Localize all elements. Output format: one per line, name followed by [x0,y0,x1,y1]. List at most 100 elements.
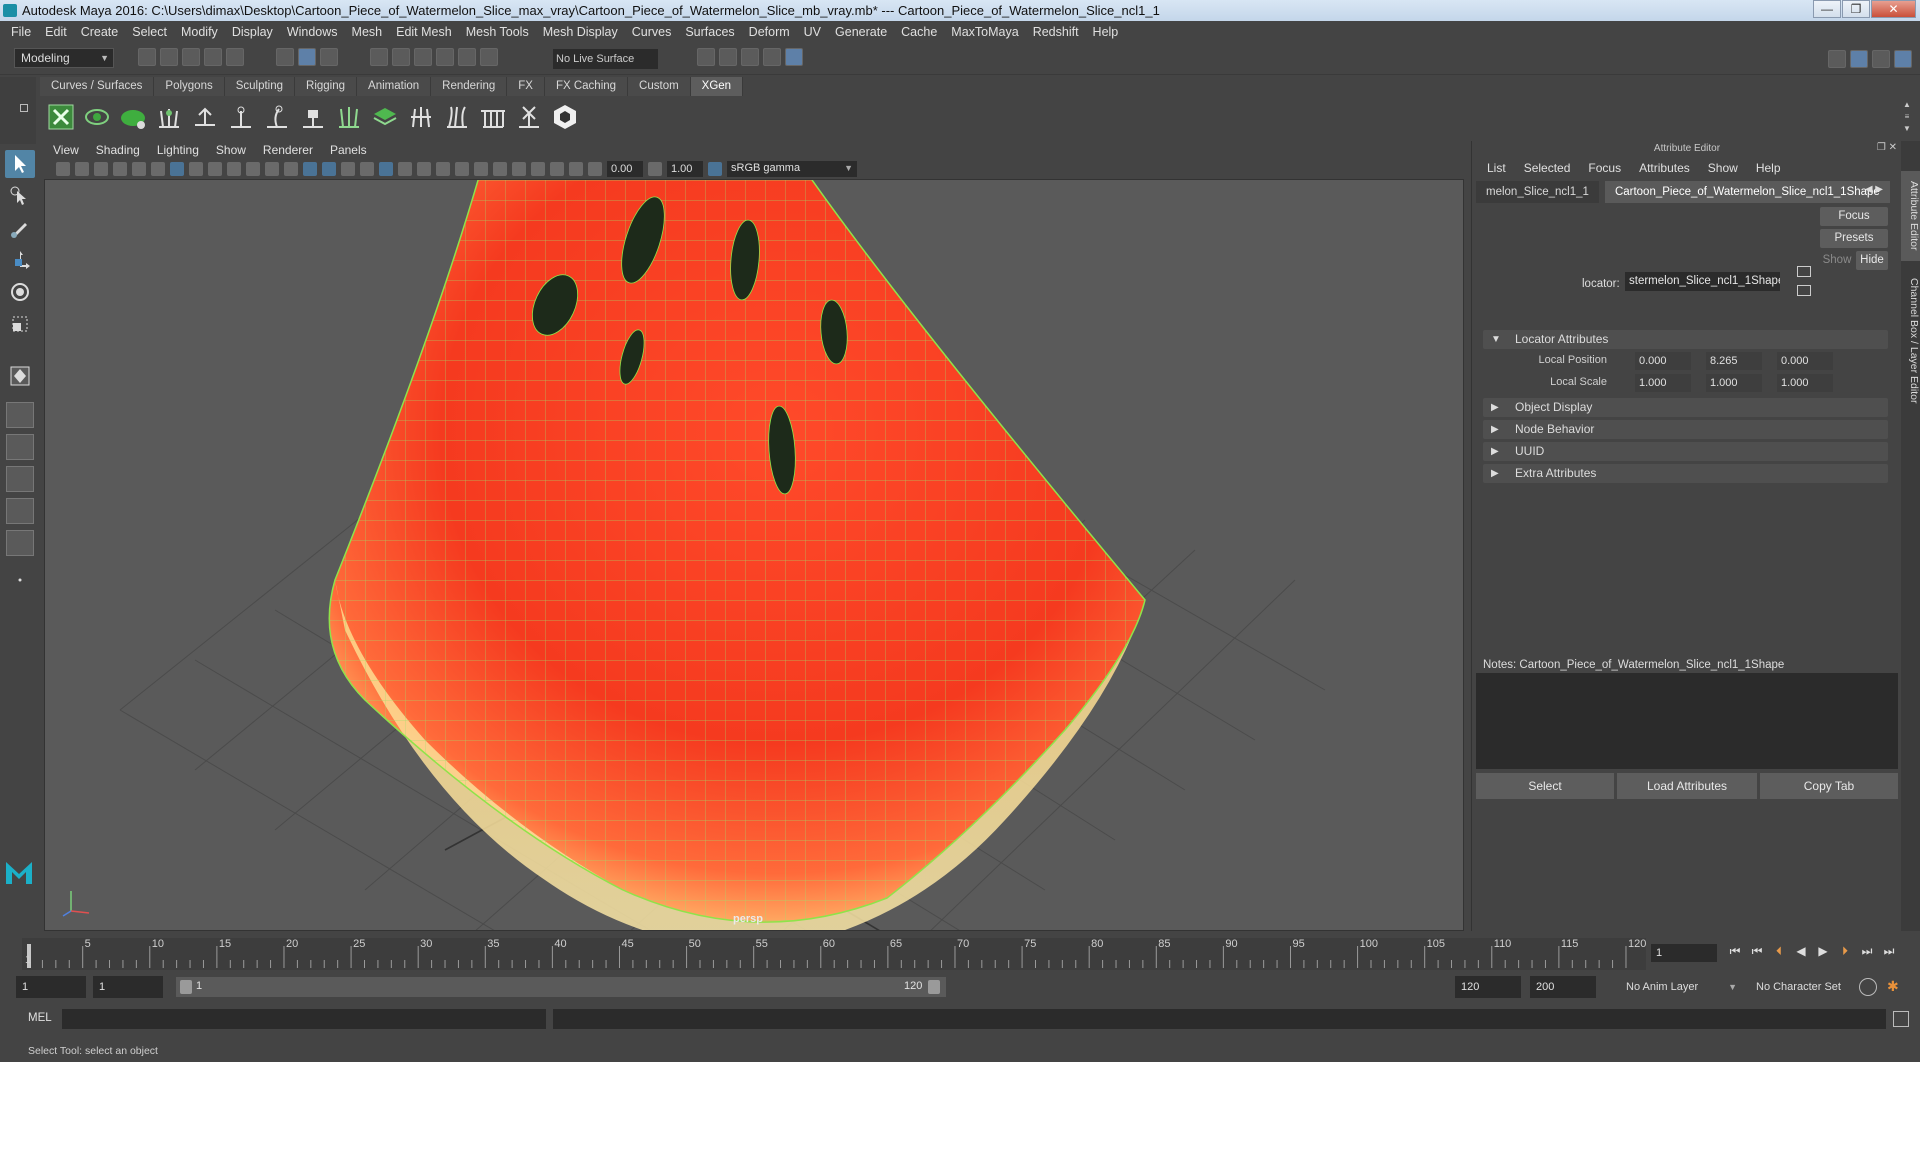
field-chart-icon[interactable] [246,162,260,176]
xgen-bend-guide-icon[interactable] [262,102,292,132]
open-scene-icon[interactable] [160,48,178,66]
maximize-button[interactable]: ❐ [1842,0,1870,18]
xgen-hex-icon[interactable] [550,102,580,132]
menu-edit[interactable]: Edit [38,25,74,39]
persp-outliner-layout-icon[interactable] [6,466,34,492]
range-start-handle[interactable] [180,980,192,994]
menu-uv[interactable]: UV [797,25,828,39]
two-d-pan-icon[interactable] [132,162,146,176]
depth-of-field-icon[interactable] [493,162,507,176]
xgen-sculpt-guide-icon[interactable] [226,102,256,132]
local-scale-x-field[interactable]: 1.000 [1635,374,1691,392]
step-forward-frame-icon[interactable]: ⏵ [1837,942,1853,960]
local-scale-y-field[interactable]: 1.000 [1706,374,1762,392]
local-position-x-field[interactable]: 0.000 [1635,352,1691,370]
ae-menu-focus[interactable]: Focus [1579,161,1630,175]
ae-menu-selected[interactable]: Selected [1515,161,1580,175]
tab-curves-surfaces[interactable]: Curves / Surfaces [40,77,155,96]
channel-box-toggle-icon[interactable] [1894,50,1912,68]
current-frame-field[interactable]: 1 [1651,944,1717,962]
ae-hide-button[interactable]: Hide [1856,251,1888,270]
tab-shape-node[interactable]: Cartoon_Piece_of_Watermelon_Slice_ncl1_1… [1604,181,1890,203]
menu-set-dropdown[interactable]: Modeling ▼ [14,48,114,68]
ae-menu-help[interactable]: Help [1747,161,1790,175]
gamma-field[interactable]: 1.00 [667,161,703,177]
xgen-editor-icon[interactable] [46,102,76,132]
tab-custom[interactable]: Custom [628,77,691,96]
wireframe-on-shaded-icon[interactable] [360,162,374,176]
load-attributes-button[interactable]: Load Attributes [1617,773,1757,799]
modeling-toolkit-icon[interactable] [1828,50,1846,68]
notes-textarea[interactable] [1476,673,1898,769]
xgen-cut-icon[interactable] [478,102,508,132]
copy-tab-button[interactable]: Copy Tab [1760,773,1898,799]
script-editor-icon[interactable] [1893,1011,1909,1027]
snap-curve-icon[interactable] [392,48,410,66]
range-slider[interactable]: 1 120 [176,977,946,997]
move-tool-icon[interactable] [5,246,35,274]
ae-focus-button[interactable]: Focus [1820,207,1888,226]
side-by-side-layout-icon[interactable] [6,434,34,460]
bookmark-icon[interactable] [94,162,108,176]
snap-view-plane-icon[interactable] [436,48,454,66]
minimize-button[interactable]: — [1813,0,1841,18]
select-component-icon[interactable] [320,48,338,66]
lasso-tool-icon[interactable] [5,182,35,210]
three-pane-layout-icon[interactable] [6,498,34,524]
shelf-scroll-arrows[interactable]: ▲ ≡ ▼ [1902,99,1912,135]
close-button[interactable]: ✕ [1871,0,1916,18]
menu-help[interactable]: Help [1086,25,1126,39]
go-to-input-icon[interactable] [1797,266,1811,277]
tab-transform-node[interactable]: melon_Slice_ncl1_1 [1476,181,1599,203]
ae-select-button[interactable]: Select [1476,773,1614,799]
snap-point-icon[interactable] [414,48,432,66]
save-scene-icon[interactable] [182,48,200,66]
go-to-output-icon[interactable] [1797,285,1811,296]
exposure-icon[interactable] [588,162,602,176]
animation-start-field[interactable]: 1 [16,976,86,998]
toolbox-more-icon[interactable] [5,566,35,594]
tab-fx-caching[interactable]: FX Caching [544,77,629,96]
tab-sculpting[interactable]: Sculpting [224,77,296,96]
local-scale-z-field[interactable]: 1.000 [1777,374,1833,392]
step-forward-key-icon[interactable]: ⏭ [1859,942,1875,960]
ae-menu-list[interactable]: List [1478,161,1515,175]
ae-menu-attributes[interactable]: Attributes [1630,161,1699,175]
xgen-clump-icon[interactable] [442,102,472,132]
play-forwards-icon[interactable]: ▶ [1815,942,1831,960]
menu-file[interactable]: File [4,25,38,39]
panel-menu-lighting[interactable]: Lighting [148,143,207,157]
menu-generate[interactable]: Generate [828,25,894,39]
use-default-material-icon[interactable] [341,162,355,176]
select-object-icon[interactable] [298,48,316,66]
menu-curves[interactable]: Curves [625,25,679,39]
xray-icon[interactable] [531,162,545,176]
mel-label[interactable]: MEL [28,1012,52,1024]
time-slider[interactable]: 1 5 10 15 20 25 30 35 40 45 50 55 60 65 70 75 80 85 90 95 1… [22,938,1646,970]
animation-preferences-icon[interactable]: ✱ [1887,978,1905,996]
anim-layer-dropdown[interactable]: No Anim Layer ▼ [1620,976,1740,998]
side-tab-channel-box[interactable]: Channel Box / Layer Editor [1901,271,1920,411]
redo-icon[interactable] [226,48,244,66]
auto-key-icon[interactable] [1859,978,1877,996]
xray-active-components-icon[interactable] [550,162,564,176]
shadows-icon[interactable] [417,162,431,176]
ipr-render-icon[interactable] [741,48,759,66]
tab-rendering[interactable]: Rendering [431,77,508,96]
section-extra-attributes[interactable]: ▶ Extra Attributes [1483,464,1888,483]
command-input[interactable] [62,1009,546,1029]
xgen-layers-icon[interactable] [370,102,400,132]
menu-surfaces[interactable]: Surfaces [678,25,741,39]
menu-deform[interactable]: Deform [742,25,797,39]
menu-modify[interactable]: Modify [174,25,225,39]
tab-polygons[interactable]: Polygons [154,77,225,96]
tab-scroll-arrows[interactable]: ◀ ▶ [1865,184,1883,195]
local-position-y-field[interactable]: 8.265 [1706,352,1762,370]
ae-show-button[interactable]: Show [1820,251,1854,270]
grid-icon[interactable] [170,162,184,176]
tool-settings-icon[interactable] [1872,50,1890,68]
section-object-display[interactable]: ▶ Object Display [1483,398,1888,417]
xgen-lock-guide-icon[interactable] [298,102,328,132]
select-hierarchy-icon[interactable] [276,48,294,66]
panel-menu-show[interactable]: Show [207,143,254,157]
